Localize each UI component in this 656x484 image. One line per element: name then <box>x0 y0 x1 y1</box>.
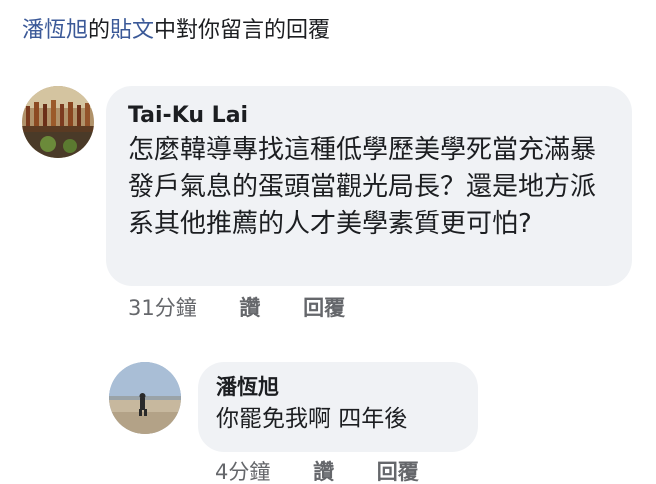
comment-text: 怎麼韓導專找這種低學歷美學死當充滿暴發戶氣息的蛋頭當觀光局長？還是地方派系其他推… <box>128 135 597 239</box>
comment-reply-button[interactable]: 回覆 <box>303 292 345 322</box>
reply-like-button[interactable]: 讚 <box>313 456 334 484</box>
reply-author[interactable]: 潘恆旭 <box>216 372 460 402</box>
post-link[interactable]: 貼文 <box>110 18 154 43</box>
comment-bubble: Tai-Ku Lai 怎麼韓導專找這種低學歷美學死當充滿暴發戶氣息的蛋頭當觀光局… <box>106 86 632 286</box>
reply-reply-button[interactable]: 回覆 <box>377 456 419 484</box>
comment-actions: 31分鐘 讚 回覆 <box>128 292 345 322</box>
header-text-1: 的 <box>88 18 111 43</box>
commenter-avatar[interactable] <box>22 86 94 158</box>
reply-bubble: 潘恆旭 你罷免我啊 四年後 <box>198 362 478 452</box>
replier-avatar[interactable] <box>109 362 181 434</box>
reply-actions: 4分鐘 讚 回覆 <box>215 456 419 484</box>
comment-author[interactable]: Tai-Ku Lai <box>128 100 612 132</box>
poster-name-link[interactable]: 潘恆旭 <box>22 18 88 43</box>
reply-timestamp[interactable]: 4分鐘 <box>215 456 270 484</box>
comment-like-button[interactable]: 讚 <box>239 292 260 322</box>
notification-page: 潘恆旭的貼文中對你留言的回覆 Tai-Ku Lai 怎麼韓導專找這種低學歷美學死… <box>0 0 656 484</box>
notification-header: 潘恆旭的貼文中對你留言的回覆 <box>22 14 330 48</box>
comment-timestamp[interactable]: 31分鐘 <box>128 292 197 322</box>
reply-text: 你罷免我啊 四年後 <box>216 406 408 432</box>
header-text-2: 中對你留言的回覆 <box>154 18 331 43</box>
